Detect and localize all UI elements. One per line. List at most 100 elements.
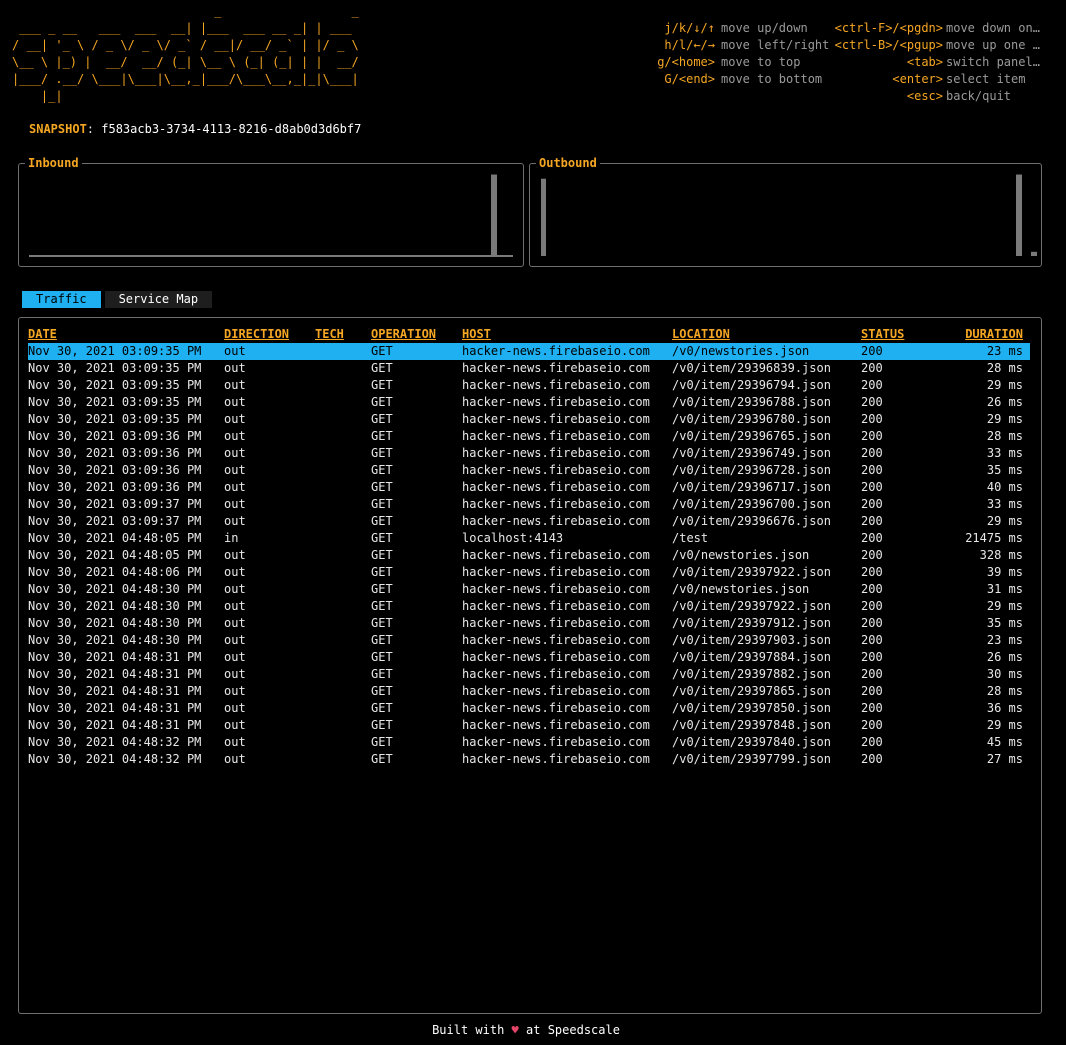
table-row[interactable]: Nov 30, 2021 04:48:30 PM out GET hacker-new… bbox=[28, 581, 1030, 598]
column-header-host[interactable]: HOST bbox=[462, 326, 672, 343]
table-row[interactable]: Nov 30, 2021 04:48:30 PM out GET hacker-new… bbox=[28, 632, 1030, 649]
cell-duration: 29 ms bbox=[986, 599, 1023, 613]
keybinding-key: G/<end> bbox=[664, 72, 715, 86]
table-row[interactable]: Nov 30, 2021 04:48:30 PM out GET hacker-new… bbox=[28, 598, 1030, 615]
cell-tech bbox=[315, 598, 371, 615]
cell-date: Nov 30, 2021 04:48:30 PM bbox=[28, 633, 202, 647]
cell-duration: 28 ms bbox=[986, 684, 1023, 698]
cell-tech bbox=[315, 462, 371, 479]
table-row[interactable]: Nov 30, 2021 04:48:05 PM out GET hacker-new… bbox=[28, 547, 1030, 564]
cell-location: /v0/item/29397840.json bbox=[672, 735, 831, 749]
cell-direction: out bbox=[224, 565, 246, 579]
table-row[interactable]: Nov 30, 2021 04:48:31 PM out GET hacker-new… bbox=[28, 649, 1030, 666]
table-row[interactable]: Nov 30, 2021 04:48:05 PM in GET localhost:4… bbox=[28, 530, 1030, 547]
keybinding-key: <tab> bbox=[906, 55, 943, 69]
cell-operation: GET bbox=[371, 395, 393, 409]
cell-operation: GET bbox=[371, 446, 393, 460]
tab-traffic[interactable]: Traffic bbox=[22, 291, 101, 308]
table-row[interactable]: Nov 30, 2021 04:48:31 PM out GET hacker-new… bbox=[28, 683, 1030, 700]
cell-location: /v0/item/29397922.json bbox=[672, 599, 831, 613]
cell-tech bbox=[315, 666, 371, 683]
column-header-operation[interactable]: OPERATION bbox=[371, 326, 462, 343]
cell-location: /v0/item/29397848.json bbox=[672, 718, 831, 732]
cell-operation: GET bbox=[371, 667, 393, 681]
cell-location: /v0/item/29396765.json bbox=[672, 429, 831, 443]
cell-tech bbox=[315, 615, 371, 632]
cell-status: 200 bbox=[861, 633, 883, 647]
table-row[interactable]: Nov 30, 2021 03:09:36 PM out GET hacker-new… bbox=[28, 462, 1030, 479]
table-row[interactable]: Nov 30, 2021 04:48:31 PM out GET hacker-new… bbox=[28, 717, 1030, 734]
table-row[interactable]: Nov 30, 2021 04:48:30 PM out GET hacker-new… bbox=[28, 615, 1030, 632]
column-header-date[interactable]: DATE bbox=[28, 326, 224, 343]
table-row[interactable]: Nov 30, 2021 04:48:31 PM out GET hacker-new… bbox=[28, 700, 1030, 717]
cell-host: hacker-news.firebaseio.com bbox=[462, 616, 650, 630]
cell-host: hacker-news.firebaseio.com bbox=[462, 378, 650, 392]
cell-status: 200 bbox=[861, 565, 883, 579]
keybinding-key: j/k/↓/↑ bbox=[664, 21, 715, 35]
cell-date: Nov 30, 2021 04:48:05 PM bbox=[28, 531, 202, 545]
cell-direction: out bbox=[224, 582, 246, 596]
table-row[interactable]: Nov 30, 2021 03:09:36 PM out GET hacker-new… bbox=[28, 428, 1030, 445]
column-header-direction[interactable]: DIRECTION bbox=[224, 326, 315, 343]
inbound-sparkline bbox=[29, 174, 513, 257]
cell-status: 200 bbox=[861, 667, 883, 681]
cell-operation: GET bbox=[371, 531, 393, 545]
table-row[interactable]: Nov 30, 2021 03:09:36 PM out GET hacker-new… bbox=[28, 479, 1030, 496]
cell-tech bbox=[315, 717, 371, 734]
cell-host: hacker-news.firebaseio.com bbox=[462, 343, 672, 360]
cell-operation: GET bbox=[371, 548, 393, 562]
cell-direction: out bbox=[224, 429, 246, 443]
cell-date: Nov 30, 2021 04:48:32 PM bbox=[28, 735, 202, 749]
cell-date: Nov 30, 2021 04:48:31 PM bbox=[28, 684, 202, 698]
column-header-tech[interactable]: TECH bbox=[315, 326, 371, 343]
table-row[interactable]: Nov 30, 2021 03:09:36 PM out GET hacker-new… bbox=[28, 445, 1030, 462]
table-row[interactable]: Nov 30, 2021 04:48:32 PM out GET hacker-new… bbox=[28, 734, 1030, 751]
column-header-duration[interactable]: DURATION bbox=[931, 326, 1030, 343]
cell-date: Nov 30, 2021 03:09:35 PM bbox=[28, 361, 202, 375]
table-row[interactable]: Nov 30, 2021 03:09:37 PM out GET hacker-new… bbox=[28, 496, 1030, 513]
cell-status: 200 bbox=[861, 684, 883, 698]
cell-host: hacker-news.firebaseio.com bbox=[462, 446, 650, 460]
cell-date: Nov 30, 2021 03:09:36 PM bbox=[28, 446, 202, 460]
keybinding-key: h/l/←/→ bbox=[664, 38, 715, 52]
cell-duration: 36 ms bbox=[986, 701, 1023, 715]
cell-host: hacker-news.firebaseio.com bbox=[462, 395, 650, 409]
keybinding-key: <ctrl-F>/<pgdn> bbox=[834, 21, 943, 35]
column-header-location[interactable]: LOCATION bbox=[672, 326, 861, 343]
cell-tech bbox=[315, 700, 371, 717]
cell-date: Nov 30, 2021 04:48:30 PM bbox=[28, 599, 202, 613]
footer: Built with ♥ at Speedscale bbox=[0, 1022, 1052, 1039]
cell-operation: GET bbox=[371, 752, 393, 766]
table-row[interactable]: Nov 30, 2021 03:09:35 PM out GET hacker-new… bbox=[28, 360, 1030, 377]
cell-location: /v0/item/29396717.json bbox=[672, 480, 831, 494]
heart-icon: ♥ bbox=[511, 1023, 519, 1037]
cell-location: /v0/newstories.json bbox=[672, 343, 861, 360]
table-row[interactable]: Nov 30, 2021 03:09:35 PM out GET hacker-new… bbox=[28, 411, 1030, 428]
cell-tech bbox=[315, 445, 371, 462]
inbound-panel: Inbound bbox=[18, 155, 524, 267]
cell-status: 200 bbox=[861, 582, 883, 596]
keybinding-row: h/l/←/→ move left/right <ctrl-B>/<pgup> mov… bbox=[600, 37, 1050, 54]
cell-duration: 328 ms bbox=[979, 548, 1023, 562]
cell-direction: out bbox=[224, 361, 246, 375]
table-row[interactable]: Nov 30, 2021 03:09:35 PM out GET hacker-new… bbox=[28, 377, 1030, 394]
keybinding-key: <enter> bbox=[892, 72, 943, 86]
table-row[interactable]: Nov 30, 2021 04:48:31 PM out GET hacker-new… bbox=[28, 666, 1030, 683]
cell-direction: in bbox=[224, 531, 239, 545]
table-row[interactable]: Nov 30, 2021 04:48:06 PM out GET hacker-new… bbox=[28, 564, 1030, 581]
table-row[interactable]: Nov 30, 2021 03:09:35 PM out GET hacker-new… bbox=[28, 343, 1030, 360]
keybinding-desc: back/quit bbox=[946, 89, 1012, 103]
table-row[interactable]: Nov 30, 2021 03:09:35 PM out GET hacker-new… bbox=[28, 394, 1030, 411]
cell-tech bbox=[315, 496, 371, 513]
cell-status: 200 bbox=[861, 548, 883, 562]
cell-duration: 29 ms bbox=[986, 514, 1023, 528]
table-row[interactable]: Nov 30, 2021 04:48:32 PM out GET hacker-new… bbox=[28, 751, 1030, 768]
cell-location: /v0/item/29396794.json bbox=[672, 378, 831, 392]
cell-location: /v0/item/29396749.json bbox=[672, 446, 831, 460]
cell-location: /v0/item/29397912.json bbox=[672, 616, 831, 630]
table-row[interactable]: Nov 30, 2021 03:09:37 PM out GET hacker-new… bbox=[28, 513, 1030, 530]
column-header-status[interactable]: STATUS bbox=[861, 326, 931, 343]
tab-service-map[interactable]: Service Map bbox=[104, 291, 213, 308]
cell-operation: GET bbox=[371, 616, 393, 630]
cell-duration: 26 ms bbox=[986, 650, 1023, 664]
